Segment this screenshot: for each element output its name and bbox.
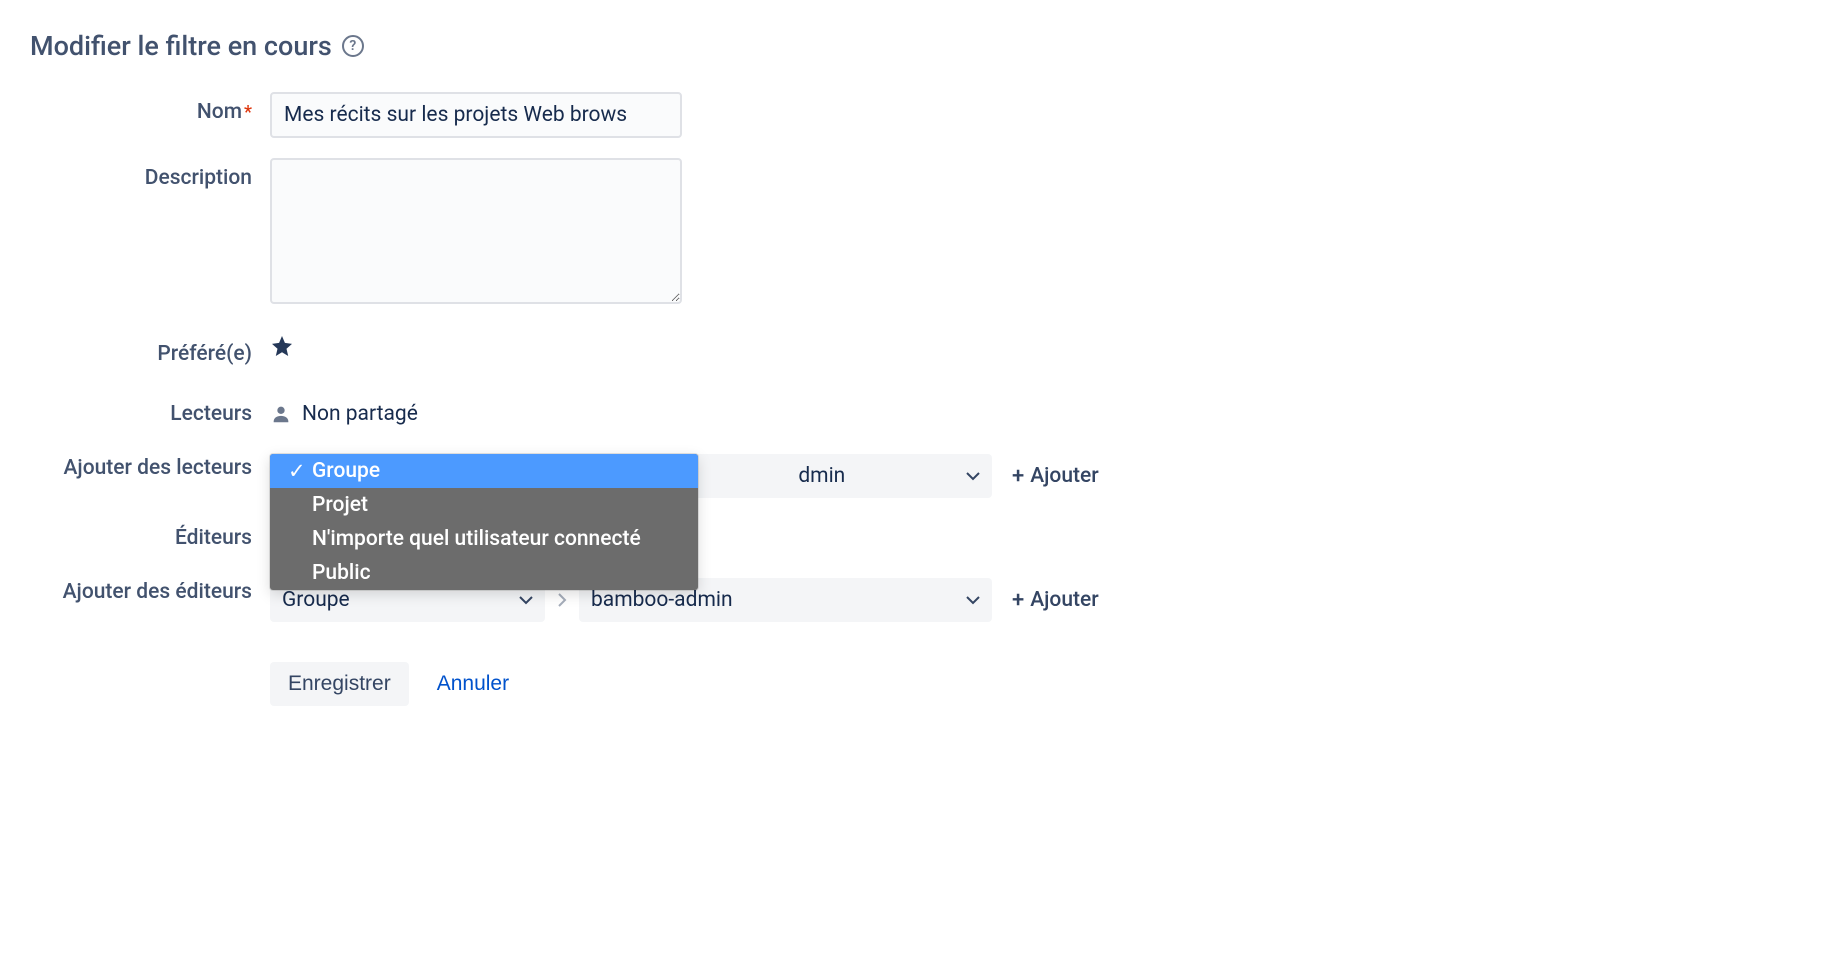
name-input[interactable] xyxy=(270,92,682,138)
chevron-right-icon xyxy=(555,593,569,607)
star-icon[interactable] xyxy=(270,334,294,358)
label-add-viewers: Ajouter des lecteurs xyxy=(30,454,270,482)
chevron-down-icon xyxy=(966,471,980,481)
person-icon xyxy=(270,403,292,425)
row-name: Nom xyxy=(30,92,1798,138)
label-add-editors: Ajouter des éditeurs xyxy=(30,578,270,606)
label-editors: Éditeurs xyxy=(30,518,270,558)
share-type-dropdown: ✓ Groupe Projet N'importe quel utilisate… xyxy=(270,454,698,590)
option-groupe[interactable]: ✓ Groupe xyxy=(270,454,698,488)
chevron-down-icon xyxy=(519,595,533,605)
save-button[interactable]: Enregistrer xyxy=(270,662,409,706)
option-projet[interactable]: Projet xyxy=(270,488,698,522)
cancel-button[interactable]: Annuler xyxy=(419,662,527,706)
add-viewer-label: Ajouter xyxy=(1030,464,1098,488)
plus-icon: + xyxy=(1012,588,1024,613)
option-any-logged-user[interactable]: N'importe quel utilisateur connecté xyxy=(270,522,698,556)
row-add-viewers: Ajouter des lecteurs bamboo-admin + Ajou… xyxy=(30,454,1798,498)
add-viewer-button[interactable]: + Ajouter xyxy=(1002,464,1109,489)
row-viewers: Lecteurs Non partagé xyxy=(30,394,1798,434)
option-public[interactable]: Public xyxy=(270,556,698,590)
label-description: Description xyxy=(30,158,270,198)
checkmark-icon: ✓ xyxy=(288,459,312,484)
editors-type-value: Groupe xyxy=(282,588,350,612)
page-title-row: Modifier le filtre en cours ? xyxy=(30,30,1798,62)
row-actions: Enregistrer Annuler xyxy=(30,662,1798,706)
row-description: Description xyxy=(30,158,1798,304)
plus-icon: + xyxy=(1012,464,1024,489)
page-title: Modifier le filtre en cours xyxy=(30,30,332,62)
row-favorite: Préféré(e) xyxy=(30,334,1798,374)
editors-group-value: bamboo-admin xyxy=(591,588,733,612)
viewers-text: Non partagé xyxy=(302,394,418,434)
add-editor-button[interactable]: + Ajouter xyxy=(1002,588,1109,613)
chevron-down-icon xyxy=(966,595,980,605)
label-name: Nom xyxy=(30,92,270,133)
help-icon[interactable]: ? xyxy=(342,35,364,57)
viewers-group-value: dmin xyxy=(798,464,845,488)
label-viewers: Lecteurs xyxy=(30,394,270,434)
add-editor-label: Ajouter xyxy=(1030,588,1098,612)
label-favorite: Préféré(e) xyxy=(30,334,270,374)
description-textarea[interactable] xyxy=(270,158,682,304)
